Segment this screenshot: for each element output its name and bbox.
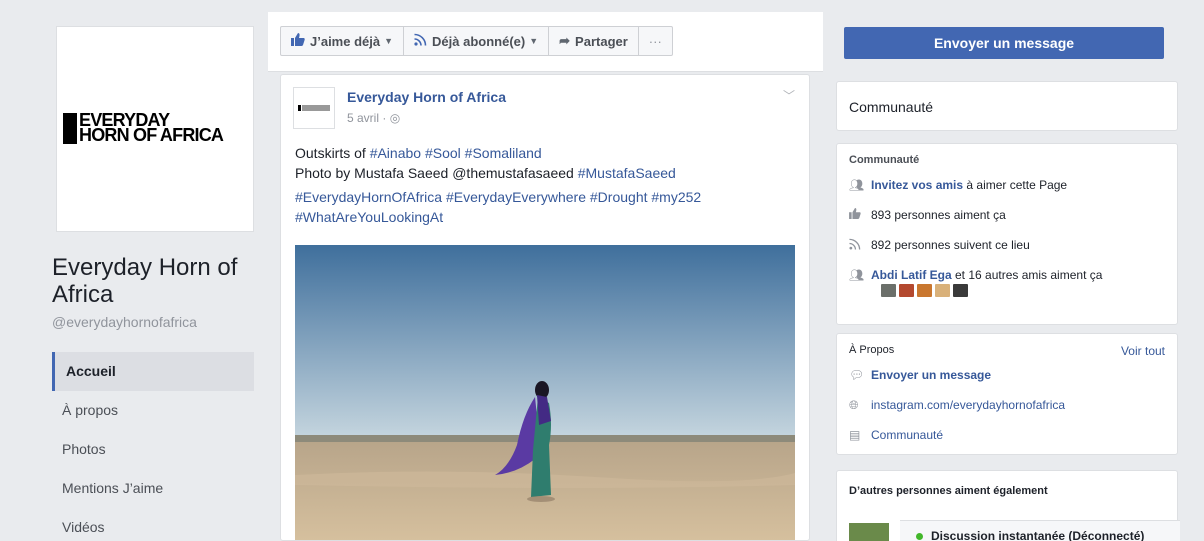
post-date[interactable]: 5 avril · bbox=[347, 111, 386, 125]
hashtag-link[interactable]: #EverydayHornOfAfrica #EverydayEverywher… bbox=[295, 189, 701, 205]
share-arrow-icon: ➦ bbox=[559, 33, 571, 48]
more-icon: ··· bbox=[648, 33, 662, 49]
community-card: Communauté 👥︎ Invitez vos amis à aimer c… bbox=[836, 143, 1178, 325]
nav-item-a-propos[interactable]: À propos bbox=[52, 391, 254, 430]
post-card: Everyday Horn of Africa 5 avril · ◎ ﹀ Ou… bbox=[280, 74, 810, 541]
share-label: Partager bbox=[575, 33, 628, 49]
post-text: Outskirts of #Ainabo #Sool #Somaliland P… bbox=[281, 135, 809, 227]
see-all-link[interactable]: Voir tout bbox=[1121, 344, 1165, 358]
post-photo[interactable] bbox=[295, 245, 795, 540]
chat-bar[interactable]: Discussion instantanée (Déconnecté) bbox=[900, 520, 1180, 541]
nav-item-mentions[interactable]: Mentions J’aime bbox=[52, 469, 254, 508]
more-button[interactable]: ··· bbox=[639, 27, 672, 55]
rss-icon bbox=[414, 33, 427, 49]
nav-item-videos[interactable]: Vidéos bbox=[52, 508, 254, 541]
avatar[interactable] bbox=[881, 284, 896, 297]
avatar[interactable] bbox=[899, 284, 914, 297]
chevron-down-icon[interactable]: ﹀ bbox=[783, 87, 795, 104]
community-title-card: Communauté bbox=[836, 81, 1178, 131]
post-hashtags: #EverydayHornOfAfrica #EverydayEverywher… bbox=[295, 187, 795, 227]
like-button[interactable]: J’aime déjà ▼ bbox=[281, 27, 405, 55]
follows-row: 892 personnes suivent ce lieu bbox=[837, 230, 1177, 260]
category-link[interactable]: Communauté bbox=[871, 428, 943, 442]
about-card: À Propos Voir tout 💬︎ Envoyer un message… bbox=[836, 333, 1178, 455]
messenger-icon: 💬︎ bbox=[849, 368, 865, 382]
related-page-thumbnail[interactable] bbox=[849, 523, 889, 541]
page-title[interactable]: Everyday Horn of Africa bbox=[52, 254, 252, 308]
related-heading: D’autres personnes aiment également bbox=[849, 485, 1048, 497]
instagram-link[interactable]: instagram.com/everydayhornofafrica bbox=[871, 398, 1065, 412]
about-instagram-row: 🌐︎ instagram.com/everydayhornofafrica bbox=[837, 390, 1177, 420]
thumbs-up-icon bbox=[291, 33, 305, 49]
globe-icon: 🌐︎ bbox=[849, 397, 859, 412]
send-message-button[interactable]: Envoyer un message bbox=[844, 27, 1164, 59]
post-line-1: Outskirts of #Ainabo #Sool #Somaliland bbox=[295, 145, 542, 161]
rss-icon bbox=[849, 238, 871, 253]
people-icon: 👥︎ bbox=[849, 268, 865, 282]
post-meta: 5 avril · ◎ bbox=[347, 111, 400, 125]
nav-item-accueil[interactable]: Accueil bbox=[52, 352, 254, 391]
category-icon: ▤ bbox=[849, 428, 861, 442]
thumbs-up-icon bbox=[849, 208, 871, 222]
community-title[interactable]: Communauté bbox=[837, 82, 1177, 132]
about-message-link[interactable]: Envoyer un message bbox=[871, 368, 991, 382]
like-label: J’aime déjà bbox=[310, 33, 381, 49]
share-button[interactable]: ➦ Partager bbox=[549, 27, 639, 55]
likes-row: 893 personnes aiment ça bbox=[837, 200, 1177, 230]
avatar[interactable] bbox=[953, 284, 968, 297]
avatar[interactable] bbox=[935, 284, 950, 297]
status-dot-icon bbox=[916, 533, 923, 541]
friend-link[interactable]: Abdi Latif Ega bbox=[871, 268, 952, 282]
profile-picture[interactable]: EVERYDAY HORN OF AFRICA bbox=[56, 26, 254, 232]
post-line-2: Photo by Mustafa Saeed @themustafasaeed … bbox=[295, 165, 676, 181]
hashtag-link[interactable]: #MustafaSaeed bbox=[578, 165, 676, 181]
chevron-down-icon: ▼ bbox=[529, 36, 539, 46]
post-avatar[interactable] bbox=[293, 87, 335, 129]
chat-label: Discussion instantanée (Déconnecté) bbox=[931, 529, 1145, 541]
globe-icon: ◎ bbox=[389, 111, 401, 125]
logo-line-2: HORN OF AFRICA bbox=[79, 125, 224, 145]
hashtag-link[interactable]: #Ainabo #Sool #Somaliland bbox=[370, 145, 542, 161]
nav-item-photos[interactable]: Photos bbox=[52, 430, 254, 469]
follow-label: Déjà abonné(e) bbox=[432, 33, 526, 49]
chevron-down-icon: ▼ bbox=[384, 36, 394, 46]
follow-button[interactable]: Déjà abonné(e) ▼ bbox=[404, 27, 550, 55]
page-action-bar: J’aime déjà ▼ Déjà abonné(e) ▼ ➦ Partage… bbox=[268, 12, 823, 72]
page-logo: EVERYDAY HORN OF AFRICA bbox=[63, 111, 224, 145]
community-heading: Communauté bbox=[849, 154, 920, 166]
desert-photo bbox=[295, 245, 795, 540]
friend-avatars bbox=[881, 284, 1177, 297]
hashtag-link[interactable]: #WhatAreYouLookingAt bbox=[295, 209, 443, 225]
likes-count: 893 personnes aiment ça bbox=[871, 208, 1006, 222]
post-author[interactable]: Everyday Horn of Africa bbox=[347, 89, 506, 105]
page-nav: Accueil À propos Photos Mentions J’aime … bbox=[52, 352, 254, 541]
about-message-row: 💬︎ Envoyer un message bbox=[837, 360, 1177, 390]
post-header: Everyday Horn of Africa 5 avril · ◎ ﹀ bbox=[281, 75, 809, 135]
about-category-row: ▤ Communauté bbox=[837, 420, 1177, 450]
people-icon: 👥︎ bbox=[849, 178, 865, 192]
left-column: EVERYDAY HORN OF AFRICA Everyday Horn of… bbox=[52, 16, 262, 541]
invite-row: 👥︎ Invitez vos amis à aimer cette Page bbox=[849, 178, 1068, 192]
avatar[interactable] bbox=[917, 284, 932, 297]
page-handle: @everydayhornofafrica bbox=[52, 314, 197, 330]
invite-friends-link[interactable]: Invitez vos amis bbox=[871, 178, 963, 192]
follows-count: 892 personnes suivent ce lieu bbox=[871, 238, 1030, 252]
action-buttons: J’aime déjà ▼ Déjà abonné(e) ▼ ➦ Partage… bbox=[280, 26, 673, 56]
